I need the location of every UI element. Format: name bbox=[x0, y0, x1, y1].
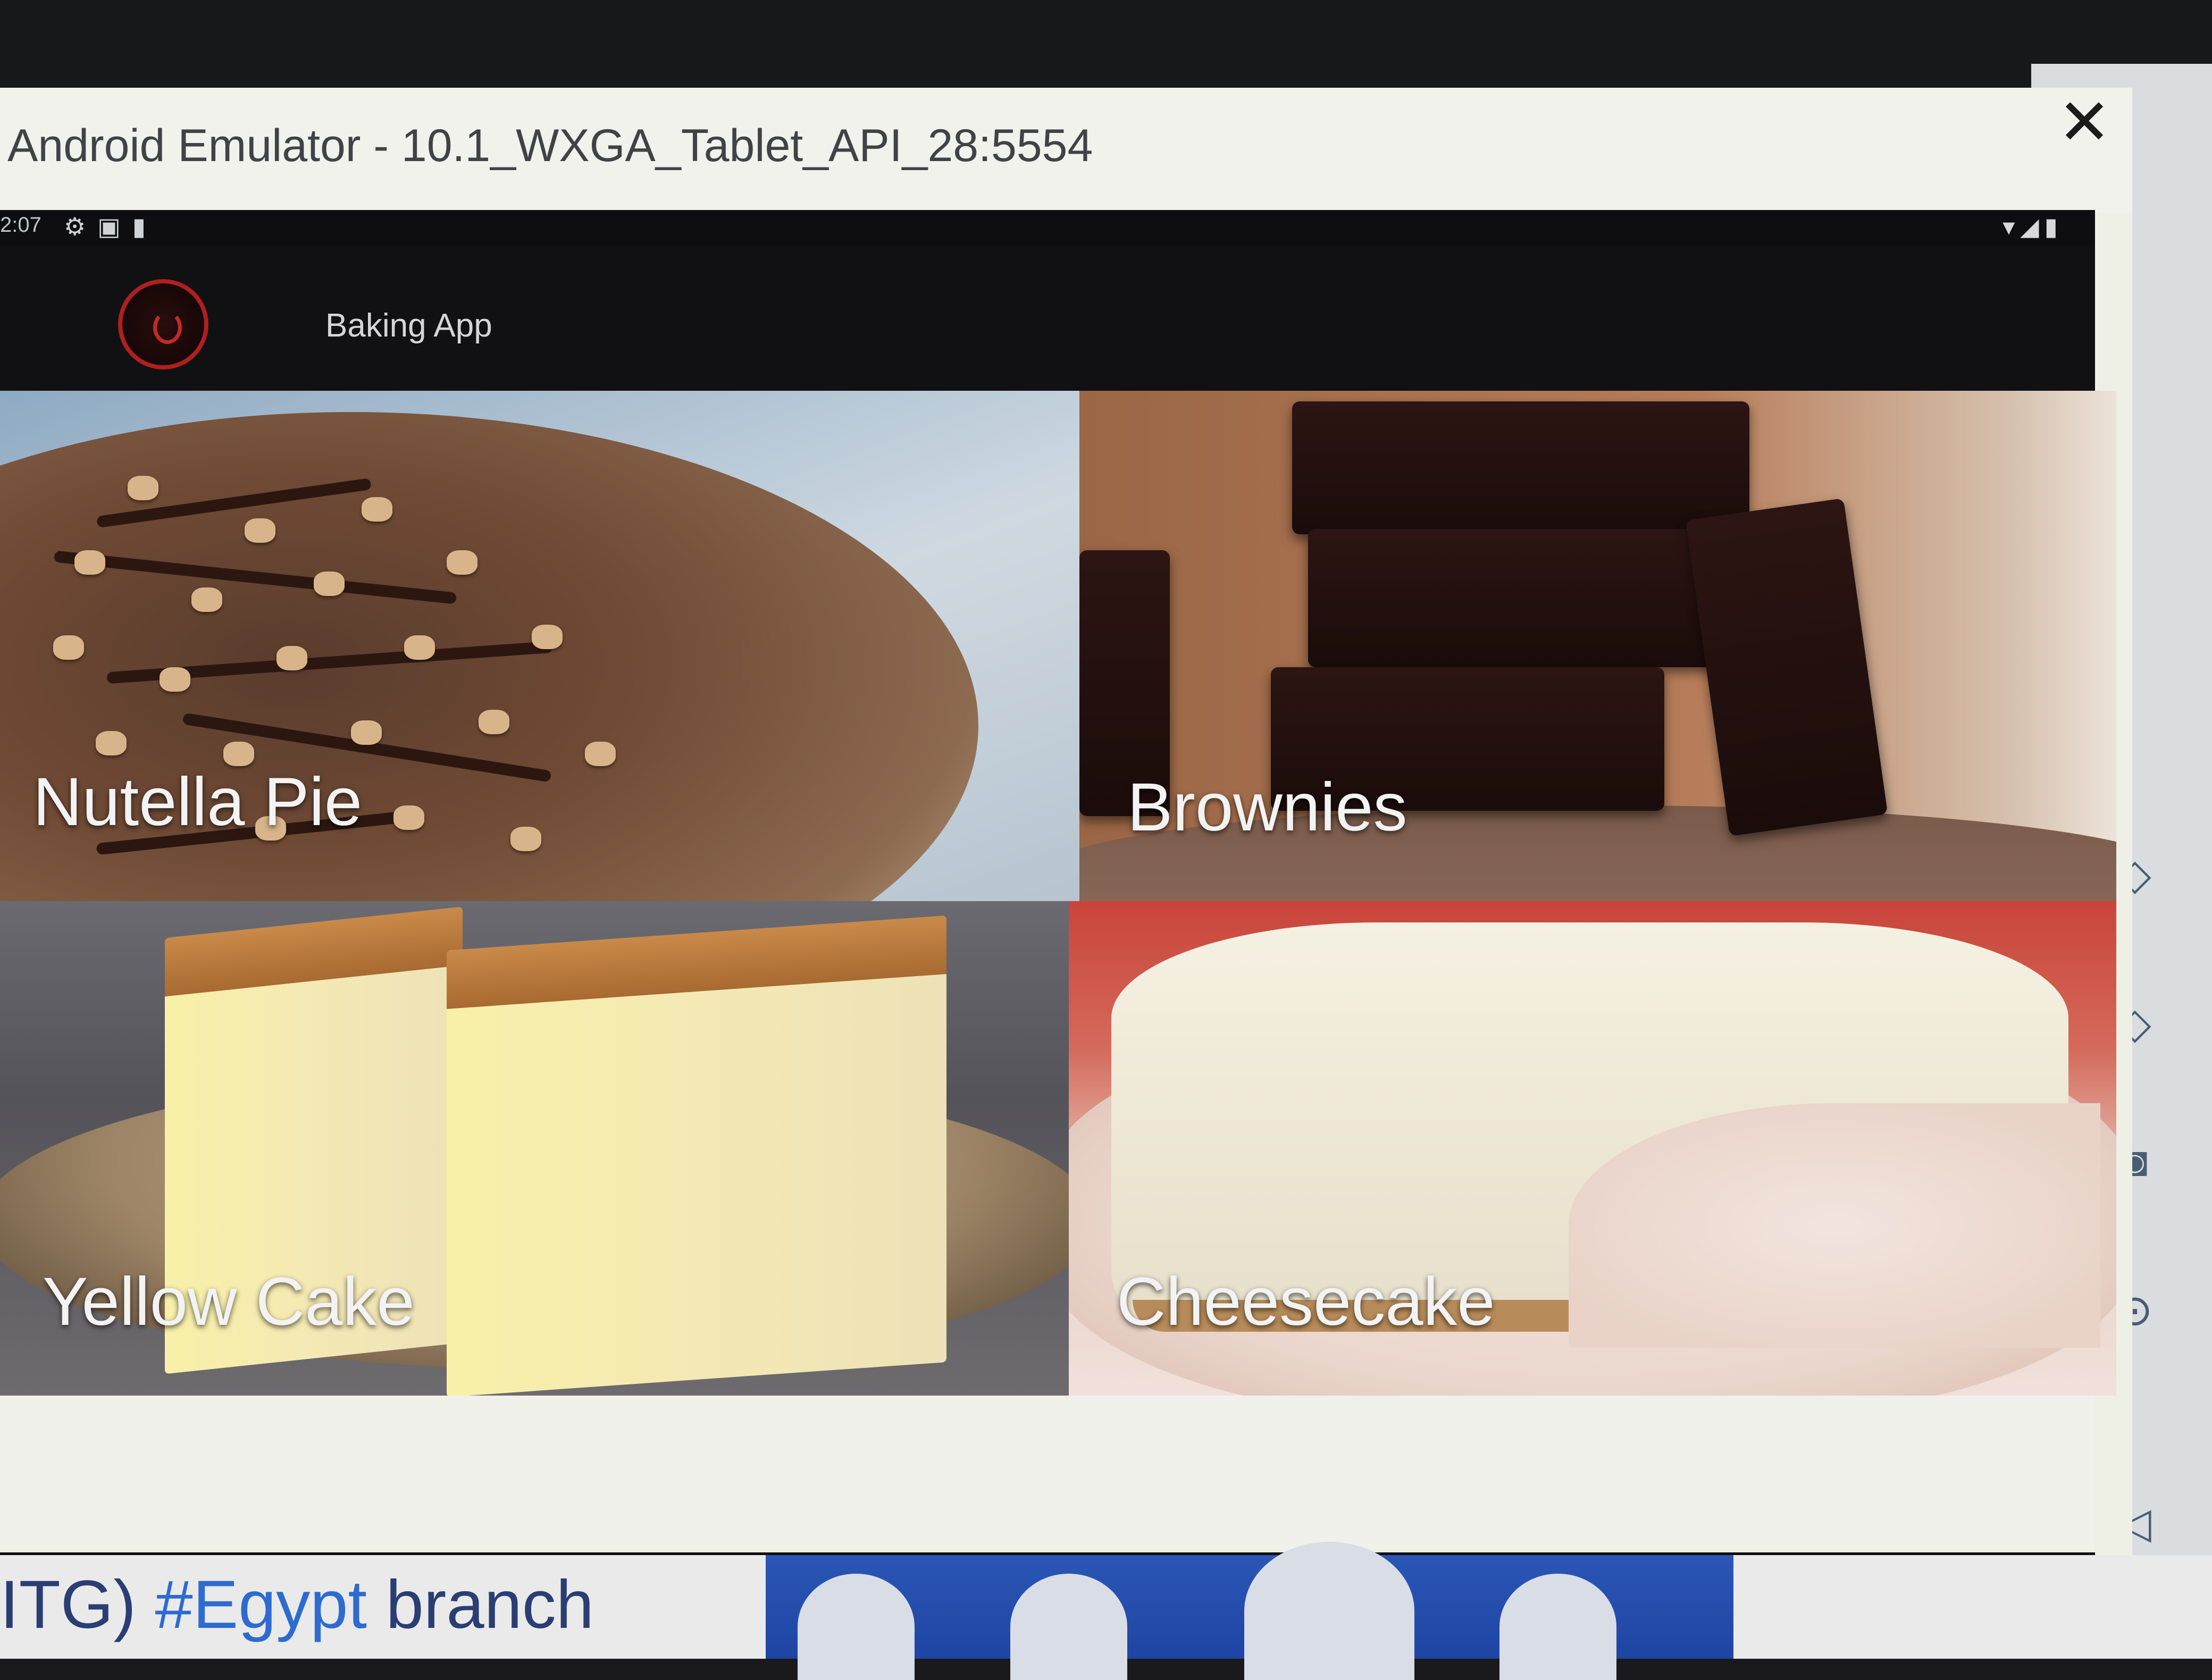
power-icon bbox=[118, 279, 208, 369]
background-post-text: ITG) #Egypt branch bbox=[0, 1567, 594, 1643]
wifi-icon: ▾ bbox=[2002, 213, 2021, 240]
recipe-name: Brownies bbox=[1127, 769, 1407, 845]
app-title: Baking App bbox=[325, 307, 492, 344]
android-screen: 2:07 ⚙▣▮ ▾◢▮ Baking App Nutella Pie Brow… bbox=[0, 210, 2116, 1635]
brownie-piece bbox=[1685, 498, 1888, 836]
cake-slice bbox=[447, 915, 946, 1396]
recipe-card-brownies[interactable]: Brownies bbox=[1079, 391, 2116, 901]
hashtag-link[interactable]: #Egypt bbox=[155, 1567, 367, 1643]
sd-card-icon: ▮ bbox=[132, 213, 158, 240]
recipe-card-nutella-pie[interactable]: Nutella Pie bbox=[0, 391, 1079, 901]
brownie-piece bbox=[1292, 401, 1749, 534]
signal-icon: ◢ bbox=[2020, 213, 2045, 240]
emulator-window: Android Emulator - 10.1_WXGA_Tablet_API_… bbox=[0, 88, 2132, 1635]
window-titlebar: Android Emulator - 10.1_WXGA_Tablet_API_… bbox=[0, 88, 2132, 213]
recipe-name: Cheesecake bbox=[1117, 1264, 1495, 1340]
recipe-name: Yellow Cake bbox=[43, 1264, 415, 1340]
recipe-card-cheesecake[interactable]: Cheesecake bbox=[1069, 901, 2116, 1396]
recipe-grid: Nutella Pie Brownies Yellow Cake Cheesec… bbox=[0, 391, 2116, 1396]
status-notification-icons: ⚙▣▮ bbox=[64, 212, 157, 241]
recipe-name: Nutella Pie bbox=[33, 764, 362, 840]
recipe-card-yellow-cake[interactable]: Yellow Cake bbox=[0, 901, 1069, 1396]
status-bar: 2:07 ⚙▣▮ ▾◢▮ bbox=[0, 210, 2095, 247]
image-icon: ▣ bbox=[97, 213, 132, 240]
close-icon[interactable]: ✕ bbox=[2042, 80, 2127, 165]
battery-icon: ▮ bbox=[2044, 213, 2063, 240]
background-banner-image bbox=[766, 1542, 1733, 1680]
app-bar: Baking App bbox=[0, 247, 2095, 391]
background-webpage: ITG) #Egypt branch bbox=[0, 1542, 2212, 1680]
gear-icon: ⚙ bbox=[64, 213, 98, 240]
status-system-icons: ▾◢▮ bbox=[2002, 212, 2063, 241]
window-title: Android Emulator - 10.1_WXGA_Tablet_API_… bbox=[7, 120, 1093, 171]
brownie-piece bbox=[1308, 529, 1723, 667]
status-time: 2:07 bbox=[0, 213, 41, 237]
monitor-bezel bbox=[0, 0, 2212, 90]
